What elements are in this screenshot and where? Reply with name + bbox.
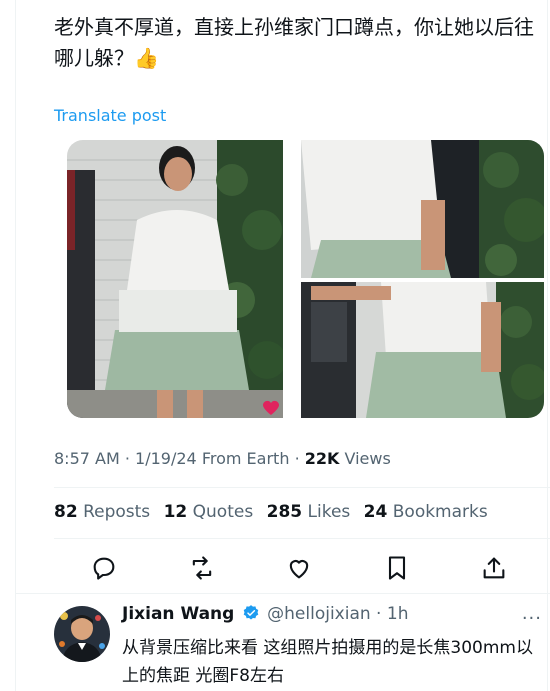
meta-separator: · [294, 449, 300, 468]
views-count: 22K [304, 449, 340, 468]
translate-post-link[interactable]: Translate post [54, 106, 166, 125]
reply-post[interactable]: Jixian Wang @hellojixian · 1h ··· 从背景压缩比… [54, 604, 550, 691]
post-source: From Earth [201, 449, 290, 468]
post-date[interactable]: 1/19/24 [135, 449, 197, 468]
timeline-border-right [547, 0, 548, 691]
repost-icon[interactable] [188, 554, 216, 582]
views-label: Views [344, 449, 391, 468]
reply-text: 从背景压缩比来看 这组照片拍摄用的是长焦300mm以上的焦距 光圈F8左右 [122, 638, 533, 686]
engagement-stats: 82 Reposts 12 Quotes 285 Likes 24 Bookma… [54, 502, 496, 522]
photo-main[interactable] [67, 140, 283, 418]
more-options-icon[interactable]: ··· [522, 608, 542, 629]
verified-badge-icon [242, 604, 260, 627]
divider-top [54, 487, 550, 488]
post-text: 老外真不厚道，直接上孙维家门口蹲点，你让她以后往哪儿躲？👍 [54, 15, 534, 70]
meta-separator: · [124, 449, 130, 468]
post-time[interactable]: 8:57 AM [54, 449, 120, 468]
photo-bottom-right[interactable] [301, 282, 544, 418]
share-icon[interactable] [480, 554, 508, 582]
like-icon[interactable] [285, 554, 313, 582]
meta-separator: · [370, 604, 387, 624]
reply-time[interactable]: 1h [387, 604, 409, 624]
post-meta: 8:57 AM · 1/19/24 From Earth · 22K Views [54, 449, 391, 468]
divider-middle [54, 538, 550, 539]
photo-top-right[interactable] [301, 140, 544, 278]
media-grid [67, 140, 544, 418]
avatar[interactable] [54, 606, 110, 662]
reply-author-handle[interactable]: @hellojixian [267, 604, 371, 624]
timeline-border-left [15, 0, 16, 691]
action-bar [54, 548, 524, 588]
likes-stat[interactable]: 285 Likes [267, 502, 351, 522]
bookmark-icon[interactable] [383, 554, 411, 582]
quotes-stat[interactable]: 12 Quotes [164, 502, 254, 522]
divider-bottom [15, 593, 550, 594]
reply-icon[interactable] [90, 554, 118, 582]
reply-author-name[interactable]: Jixian Wang [122, 604, 234, 624]
bookmarks-stat[interactable]: 24 Bookmarks [364, 502, 488, 522]
reply-header: Jixian Wang @hellojixian · 1h [122, 604, 408, 627]
reposts-stat[interactable]: 82 Reposts [54, 502, 150, 522]
